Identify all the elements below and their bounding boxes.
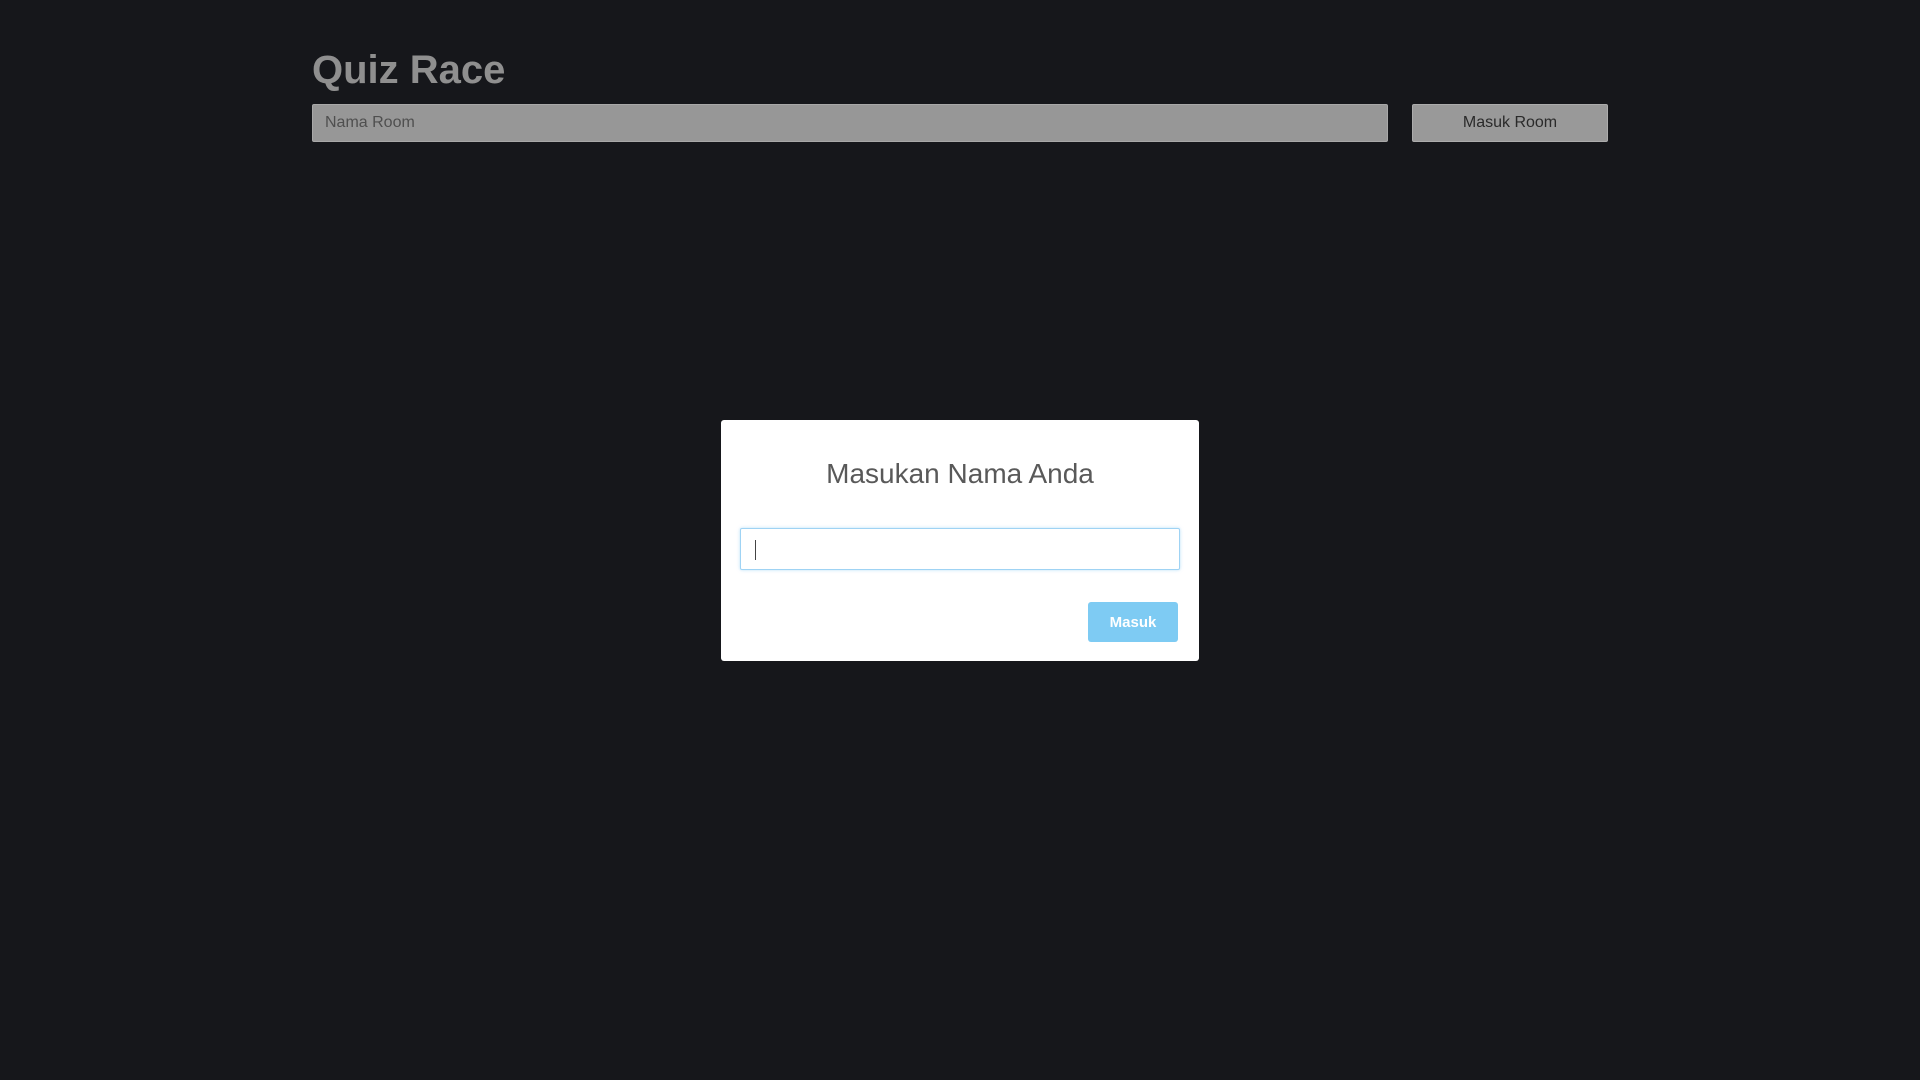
join-room-button[interactable]: Masuk Room: [1412, 104, 1608, 142]
name-modal: Masukan Nama Anda Masuk: [721, 420, 1199, 661]
text-cursor: [755, 540, 756, 560]
room-name-input[interactable]: [312, 104, 1388, 142]
submit-name-button[interactable]: Masuk: [1088, 602, 1178, 642]
page-title: Quiz Race: [312, 48, 506, 92]
page: Quiz Race Masuk Room Masukan Nama Anda M…: [0, 0, 1920, 1080]
modal-title: Masukan Nama Anda: [826, 458, 1094, 489]
player-name-input[interactable]: [740, 528, 1180, 570]
